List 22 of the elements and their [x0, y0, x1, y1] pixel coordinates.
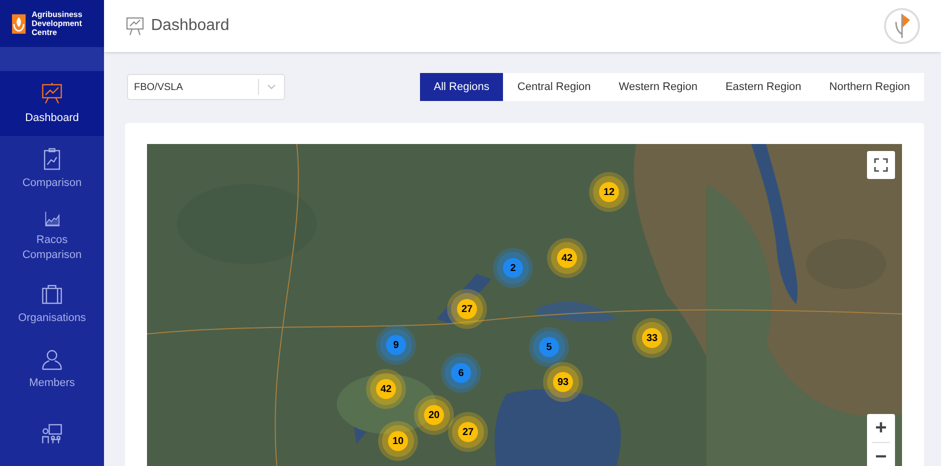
region-tab[interactable]: Eastern Region — [711, 73, 816, 101]
brand-name: Agribusiness Development Centre — [32, 10, 84, 38]
sidebar-item[interactable]: Dashboard — [0, 71, 104, 136]
zoom-out-button[interactable]: − — [867, 443, 895, 466]
region-tab[interactable]: Western Region — [604, 73, 712, 101]
chevron-down-icon — [267, 84, 276, 90]
sidebar-item[interactable]: Comparison — [0, 136, 104, 202]
sidebar-item[interactable]: Members — [0, 336, 104, 402]
region-tab[interactable]: Central Region — [503, 73, 605, 101]
region-tab[interactable]: All Regions — [420, 73, 504, 101]
filter-select[interactable]: FBO/VSLA — [127, 74, 285, 100]
chart-board-icon — [125, 16, 145, 36]
sidebar-item[interactable]: Organisations — [0, 271, 104, 336]
sidebar-item[interactable]: Racos Comparison — [0, 201, 104, 272]
fullscreen-button[interactable] — [867, 151, 895, 179]
logo-icon — [884, 8, 920, 44]
logo-icon — [12, 14, 26, 34]
fullscreen-icon — [874, 158, 888, 172]
page-title: Dashboard — [151, 16, 230, 36]
map[interactable]: 12 42 2 27 9 5 33 6 93 42 20 27 10 + − — [147, 144, 902, 466]
region-tab[interactable]: Northern Region — [815, 73, 924, 101]
zoom-in-button[interactable]: + — [867, 414, 895, 442]
